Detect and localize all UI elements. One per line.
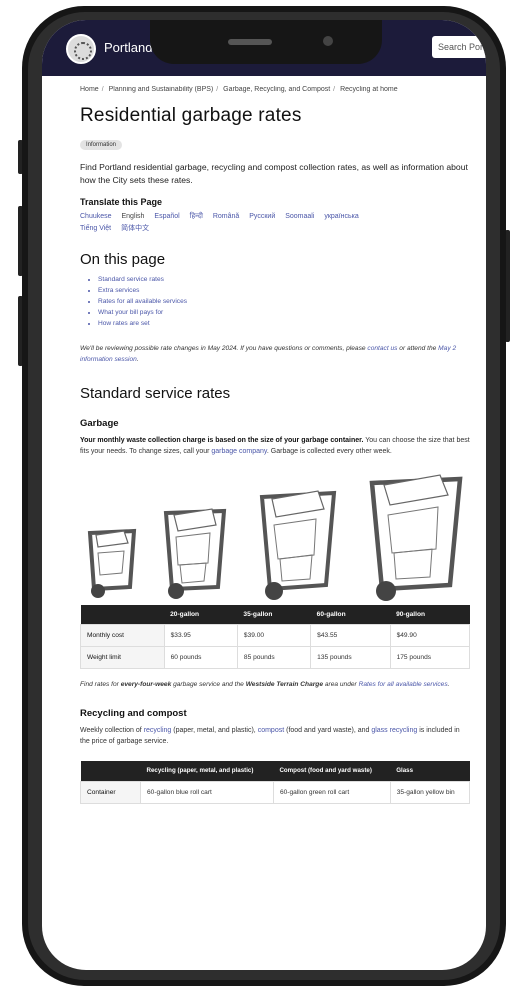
table-header-row: Recycling (paper, metal, and plastic) Co… — [80, 761, 470, 782]
garbage-rates-table: 20-gallon 35-gallon 60-gallon 90-gallon … — [80, 605, 471, 669]
recycling-table: Recycling (paper, metal, and plastic) Co… — [80, 761, 471, 804]
front-camera — [323, 36, 333, 46]
intro-paragraph: Find Portland residential garbage, recyc… — [80, 162, 468, 185]
page-title: Residential garbage rates — [80, 105, 302, 126]
garbage-cart-illustrations — [80, 474, 470, 605]
table-header-cell: Recycling (paper, metal, and plastic) — [140, 761, 274, 782]
language-list: Chuukese English Español हिन्दी Română Р… — [80, 211, 470, 235]
language-link[interactable]: українська — [324, 213, 358, 220]
table-cell: 60-gallon blue roll cart — [140, 781, 274, 804]
language-link[interactable]: Soomaali — [285, 213, 314, 220]
section-title-standard: Standard service rates — [80, 385, 231, 402]
toc-item[interactable]: How rates are set — [98, 318, 470, 329]
language-link[interactable]: Tiếng Việt — [80, 225, 111, 232]
phone-notch — [150, 20, 382, 64]
footnote-text: area under — [323, 681, 359, 688]
language-link-current: English — [121, 213, 145, 220]
table-header-cell: 90-gallon — [390, 605, 470, 625]
language-link[interactable]: Русский — [249, 213, 275, 220]
table-cell: 175 pounds — [389, 646, 471, 669]
table-row: Container 60-gallon blue roll cart 60-ga… — [80, 781, 471, 804]
table-header-cell — [80, 761, 141, 782]
garbage-text-end: . Garbage is collected every other week. — [266, 448, 392, 455]
language-link[interactable]: Chuukese — [80, 213, 112, 220]
recycling-title: Recycling and compost — [80, 708, 187, 719]
table-cell: $43.55 — [310, 624, 391, 647]
table-row-header: Container — [80, 781, 141, 804]
toc-item[interactable]: What your bill pays for — [98, 307, 470, 318]
translate-title: Translate this Page — [80, 197, 163, 207]
cart-35-gallon-image — [163, 508, 227, 599]
toc-item[interactable]: Extra services — [98, 285, 470, 296]
table-cell: 60-gallon green roll cart — [272, 781, 391, 804]
city-seal-logo[interactable] — [66, 34, 96, 64]
table-header-cell: Compost (food and yard waste) — [273, 761, 391, 782]
garbage-title: Garbage — [80, 418, 119, 429]
toc-item[interactable]: Standard service rates — [98, 274, 470, 285]
table-header-cell — [80, 605, 165, 625]
table-cell: 60 pounds — [163, 646, 238, 669]
recycling-text: (food and yard waste), and — [284, 727, 372, 734]
language-link[interactable]: हिन्दी — [190, 213, 203, 220]
rates-footnote: Find rates for every-four-week garbage s… — [80, 679, 470, 690]
cart-60-gallon-image — [259, 490, 337, 600]
table-header-cell: Glass — [390, 761, 470, 782]
footnote-text: . — [447, 681, 450, 688]
toc-list: Standard service rates Extra services Ra… — [80, 274, 470, 329]
footnote-bold: Westside Terrain Charge — [245, 681, 324, 688]
main-content: Home / Planning and Sustainability (BPS) /… — [80, 76, 471, 804]
speaker-grille — [228, 39, 272, 45]
contact-us-link[interactable]: contact us — [367, 345, 397, 352]
notice-text: We'll be reviewing possible rate changes… — [80, 345, 368, 352]
notice-text: . — [136, 356, 139, 363]
breadcrumb-item[interactable]: Home — [80, 86, 99, 93]
recycling-link[interactable]: recycling — [144, 727, 172, 734]
breadcrumb-item[interactable]: Planning and Sustainability (BPS) — [109, 86, 214, 93]
table-cell: 135 pounds — [310, 646, 391, 669]
table-row-header: Weight limit — [80, 646, 165, 669]
table-cell: 85 pounds — [236, 646, 312, 669]
table-header-cell: 20-gallon — [164, 605, 238, 625]
garbage-lead: Your monthly waste collection charge is … — [80, 437, 364, 444]
breadcrumb-item[interactable]: Recycling at home — [340, 86, 398, 93]
table-cell: $33.95 — [163, 624, 238, 647]
language-link[interactable]: Română — [213, 213, 239, 220]
table-row: Weight limit 60 pounds 85 pounds 135 pou… — [80, 646, 471, 669]
cart-20-gallon-image — [87, 528, 137, 598]
recycling-text: Weekly collection of — [80, 727, 144, 734]
footnote-text: Find rates for — [80, 681, 121, 688]
table-cell: $39.00 — [236, 624, 312, 647]
rate-review-notice: We'll be reviewing possible rate changes… — [80, 343, 470, 365]
phone-screen: Portland Search Portland Home/ Planning … — [42, 20, 486, 970]
toc-item[interactable]: Rates for all available services — [98, 296, 470, 307]
garbage-company-link[interactable]: garbage company — [211, 448, 267, 455]
recycling-description: Weekly collection of recycling (paper, m… — [80, 725, 470, 747]
toc-title: On this page — [80, 251, 166, 268]
search-input[interactable]: Search Portland — [432, 36, 486, 58]
language-link[interactable]: Español — [154, 213, 179, 220]
footnote-bold: every-four-week — [120, 681, 172, 688]
table-row: Monthly cost $33.95 $39.00 $43.55 $49.90 — [80, 624, 471, 647]
all-rates-link[interactable]: Rates for all available services — [359, 681, 448, 688]
site-brand[interactable]: Portland — [104, 40, 152, 55]
table-header-row: 20-gallon 35-gallon 60-gallon 90-gallon — [80, 605, 470, 625]
language-link[interactable]: 简体中文 — [121, 225, 149, 232]
content-type-badge: Information — [80, 140, 123, 150]
table-header-cell: 60-gallon — [310, 605, 391, 625]
cart-90-gallon-image — [369, 474, 463, 601]
footnote-text: garbage service and the — [171, 681, 246, 688]
table-row-header: Monthly cost — [80, 624, 165, 647]
table-cell: $49.90 — [389, 624, 471, 647]
breadcrumb-item[interactable]: Garbage, Recycling, and Compost — [223, 86, 330, 93]
recycling-text: (paper, metal, and plastic), — [171, 727, 258, 734]
glass-recycling-link[interactable]: glass recycling — [371, 727, 417, 734]
garbage-description: Your monthly waste collection charge is … — [80, 435, 470, 457]
compost-link[interactable]: compost — [258, 727, 284, 734]
notice-text: or attend the — [397, 345, 439, 352]
table-cell: 35-gallon yellow bin — [389, 781, 471, 804]
table-header-cell: 35-gallon — [237, 605, 311, 625]
breadcrumb: Home / Planning and Sustainability (BPS) /… — [80, 86, 398, 93]
